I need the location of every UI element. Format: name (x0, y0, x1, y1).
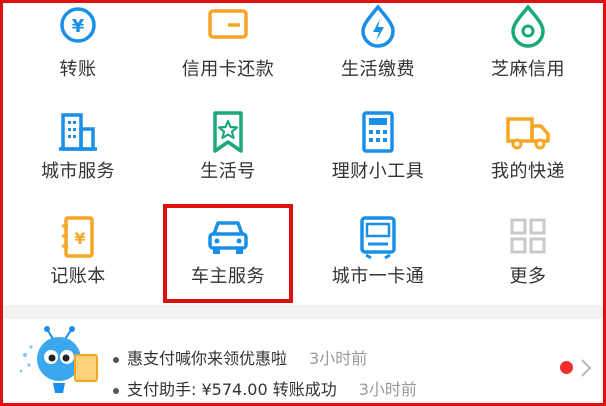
grid-item-label: 更多 (509, 266, 547, 287)
grid-item-label: 记账本 (50, 266, 106, 287)
grid-item-label: 转账 (59, 59, 97, 80)
grid-item-sesame-credit[interactable]: 芝麻信用 (453, 3, 603, 103)
grid-item-label: 城市服务 (41, 161, 115, 182)
grid-item-finance-tools[interactable]: 理财小工具 (303, 103, 453, 203)
grid-item-more[interactable]: 更多 (453, 203, 603, 303)
grid-item-label: 信用卡还款 (181, 59, 275, 80)
grid-item-ledger[interactable]: ¥ 记账本 (3, 203, 153, 303)
grid-item-city-transit-card[interactable]: 城市一卡通 (303, 203, 453, 303)
highlight-box (163, 204, 293, 303)
section-divider (3, 305, 603, 319)
credit-card-icon (208, 9, 248, 39)
grid-item-label: 我的快递 (491, 161, 565, 182)
bullet-dot (113, 387, 119, 394)
notice-time: 3小时前 (309, 349, 368, 368)
transfer-icon: ¥ (60, 7, 96, 43)
grid-item-label: 理财小工具 (331, 161, 425, 182)
grid-item-label: 生活号 (200, 161, 256, 182)
bookmark-star-icon (213, 111, 243, 153)
notice-text: 支付助手: ¥574.00 转账成功 (127, 380, 337, 399)
notice-time: 3小时前 (358, 380, 417, 399)
grid-item-my-delivery[interactable]: 我的快递 (453, 103, 603, 203)
city-building-icon (59, 113, 97, 151)
notice-line-payment[interactable]: 支付助手: ¥574.00 转账成功 3小时前 (113, 376, 417, 400)
grid-item-city-services[interactable]: 城市服务 (3, 103, 153, 203)
chevron-right-icon[interactable] (577, 357, 595, 379)
service-grid: ¥ 转账 信用卡还款 生活缴费 芝麻信用 城市服务 生活号 理财小工具 我的快递… (3, 3, 603, 303)
ant-mascot-icon (19, 326, 98, 393)
grid-item-credit-card[interactable]: 信用卡还款 (153, 3, 303, 103)
svg-text:¥: ¥ (72, 16, 85, 37)
notice-text: 惠支付喊你来领优惠啦 (127, 349, 288, 368)
grid-item-label: 城市一卡通 (331, 266, 425, 287)
delivery-truck-icon (506, 117, 550, 150)
grid-item-label: 芝麻信用 (491, 59, 565, 80)
bolt-icon (361, 4, 395, 48)
more-grid-icon (510, 218, 546, 254)
grid-item-label: 生活缴费 (341, 59, 415, 80)
notice-line-promo[interactable]: 惠支付喊你来领优惠啦 3小时前 (113, 345, 367, 369)
unread-dot (560, 361, 573, 374)
calculator-icon (362, 111, 394, 153)
screenshot-frame: ¥ 转账 信用卡还款 生活缴费 芝麻信用 城市服务 生活号 理财小工具 我的快递… (0, 0, 606, 406)
svg-text:¥: ¥ (74, 229, 85, 248)
grid-item-utilities[interactable]: 生活缴费 (303, 3, 453, 103)
notice-panel[interactable]: 惠支付喊你来领优惠啦 3小时前 支付助手: ¥574.00 转账成功 3小时前 (3, 319, 603, 403)
sesame-credit-icon (511, 4, 545, 48)
transit-card-icon (360, 216, 396, 260)
grid-item-transfer[interactable]: ¥ 转账 (3, 3, 153, 103)
grid-item-life-account[interactable]: 生活号 (153, 103, 303, 203)
ledger-book-icon: ¥ (62, 216, 94, 258)
bullet-dot (113, 356, 119, 363)
